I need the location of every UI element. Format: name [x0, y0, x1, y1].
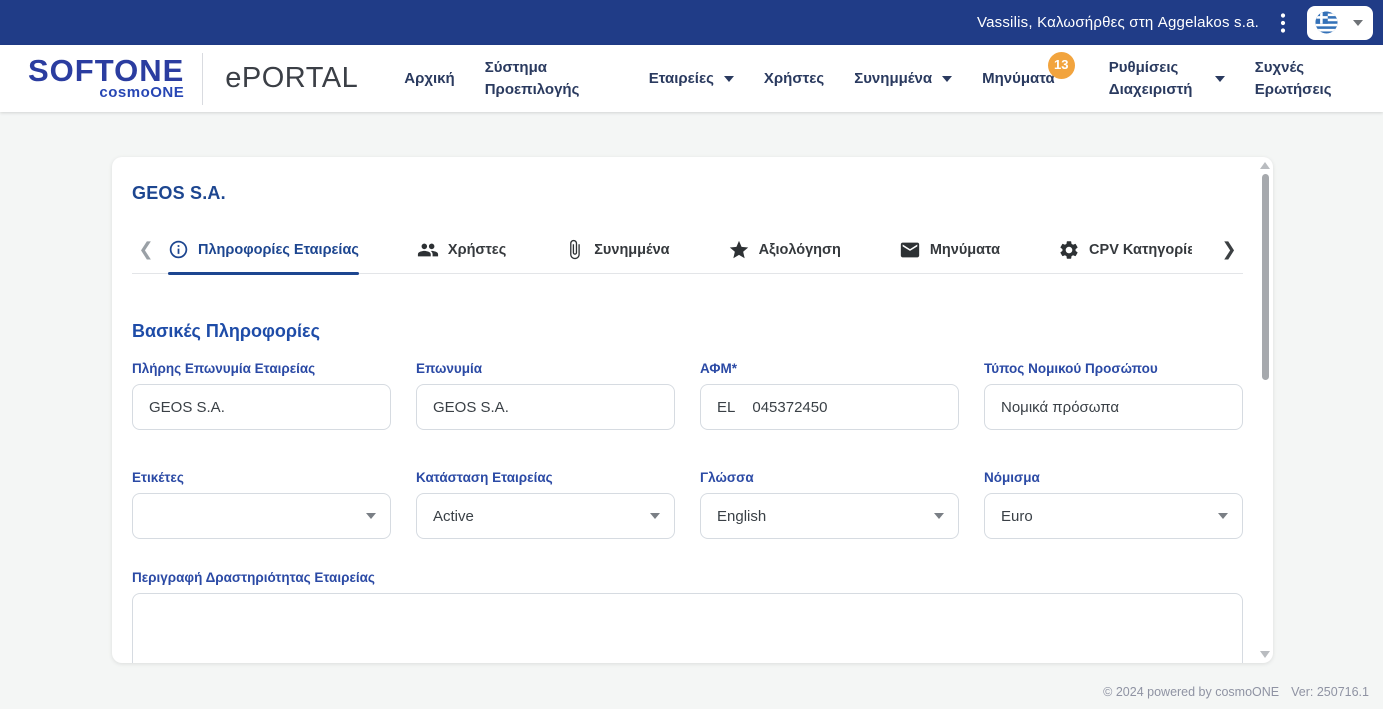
- tab-evaluation[interactable]: Αξιολόγηση: [728, 226, 841, 274]
- activity-description-label: Περιγραφή Δραστηριότητας Εταιρείας: [132, 570, 375, 585]
- chevron-down-icon: [1218, 513, 1228, 519]
- scrollbar-down-icon[interactable]: [1260, 651, 1270, 658]
- topbar: Vassilis, Καλωσήρθες στη Aggelakos s.a.: [0, 0, 1383, 45]
- paperclip-icon: [570, 239, 580, 260]
- brand-cosmoone: cosmoONE: [99, 84, 185, 101]
- mail-icon: [900, 242, 919, 257]
- main-content: GEOS S.A. ❮ Πληροφορίες Εταιρείας Χρήστε…: [0, 112, 1383, 709]
- kebab-menu-icon[interactable]: [1273, 11, 1293, 35]
- tab-scroll-left-icon[interactable]: ❮: [132, 239, 160, 260]
- vertical-scrollbar[interactable]: [1259, 162, 1271, 658]
- chevron-down-icon: [1353, 19, 1363, 26]
- legal-entity-type-input[interactable]: Νομικά πρόσωπα: [984, 384, 1243, 430]
- field-tags: Ετικέτες: [132, 470, 391, 539]
- field-legal-entity-type: Τύπος Νομικού Προσώπου Νομικά πρόσωπα: [984, 361, 1243, 430]
- field-company-name: Επωνυμία GEOS S.A.: [416, 361, 675, 430]
- scrollbar-up-icon[interactable]: [1260, 162, 1270, 169]
- full-company-name-input[interactable]: GEOS S.A.: [132, 384, 391, 430]
- product-name: ePORTAL: [225, 62, 359, 94]
- gear-icon: [1060, 240, 1078, 259]
- currency-select[interactable]: Euro: [984, 493, 1243, 539]
- vat-country-prefix: EL: [717, 398, 736, 416]
- nav-item-faq[interactable]: Συχνές Ερωτήσεις: [1255, 57, 1335, 101]
- field-full-company-name: Πλήρης Επωνυμία Εταιρείας GEOS S.A.: [132, 361, 391, 430]
- app-logo[interactable]: SOFTONE cosmoONE ePORTAL: [28, 52, 359, 105]
- tab-bar: ❮ Πληροφορίες Εταιρείας Χρήστες Συνημμέν…: [132, 226, 1243, 275]
- brand-softone: SOFTONE: [28, 53, 185, 88]
- page-title: GEOS S.A.: [132, 183, 226, 203]
- chevron-down-icon: [1214, 75, 1225, 82]
- chevron-down-icon: [942, 75, 953, 82]
- company-card: GEOS S.A. ❮ Πληροφορίες Εταιρείας Χρήστε…: [112, 157, 1273, 663]
- page-footer: © 2024 powered by cosmoONE Ver: 250716.1: [1103, 685, 1369, 699]
- section-title: Βασικές Πληροφορίες: [132, 321, 320, 341]
- tab-cpv-categories[interactable]: CPV Κατηγορίες: [1058, 226, 1192, 274]
- scrollbar-track[interactable]: [1261, 172, 1269, 648]
- form-row-1: Πλήρης Επωνυμία Εταιρείας GEOS S.A. Επων…: [132, 361, 1243, 430]
- copyright-text: © 2024 powered by cosmoONE: [1103, 685, 1280, 699]
- messages-count-badge: 13: [1047, 51, 1075, 79]
- form-row-2: Ετικέτες Κατάσταση Εταιρείας Active Γλώσ…: [132, 470, 1243, 539]
- greek-flag-icon: [1315, 11, 1338, 34]
- tab-users[interactable]: Χρήστες: [417, 226, 506, 274]
- field-language: Γλώσσα English: [700, 470, 959, 539]
- chevron-down-icon: [366, 513, 376, 519]
- company-name-input[interactable]: GEOS S.A.: [416, 384, 675, 430]
- field-vat-number: ΑΦΜ* EL 045372450: [700, 361, 959, 430]
- tags-select[interactable]: [132, 493, 391, 539]
- tab-scroll-right-icon[interactable]: ❯: [1215, 239, 1243, 260]
- chevron-down-icon: [723, 75, 734, 82]
- language-selector[interactable]: [1307, 5, 1373, 40]
- star-icon: [729, 240, 748, 258]
- tab-company-info[interactable]: Πληροφορίες Εταιρείας: [168, 226, 359, 275]
- language-select[interactable]: English: [700, 493, 959, 539]
- chevron-down-icon: [934, 513, 944, 519]
- logo-divider: [202, 52, 204, 105]
- app-header: SOFTONE cosmoONE ePORTAL Αρχική Σύστημα …: [0, 45, 1383, 112]
- vat-number-input[interactable]: EL 045372450: [700, 384, 959, 430]
- info-icon: [169, 240, 188, 259]
- version-text: Ver: 250716.1: [1291, 685, 1369, 699]
- main-nav: Αρχική Σύστημα Προεπιλογής Εταιρείες Χρή…: [404, 51, 1335, 101]
- nav-item-messages[interactable]: Μηνύματα 13: [982, 51, 1075, 90]
- tab-attachments[interactable]: Συνημμένα: [564, 226, 670, 274]
- welcome-message: Vassilis, Καλωσήρθες στη Aggelakos s.a.: [977, 14, 1259, 31]
- nav-item-companies[interactable]: Εταιρείες: [649, 68, 734, 90]
- scrollbar-thumb[interactable]: [1261, 174, 1269, 380]
- tab-messages[interactable]: Μηνύματα: [899, 226, 1000, 274]
- nav-item-home[interactable]: Αρχική: [404, 68, 454, 90]
- nav-item-admin-settings[interactable]: Ρυθμίσεις Διαχειριστή: [1109, 57, 1225, 101]
- nav-item-users[interactable]: Χρήστες: [764, 68, 824, 90]
- people-icon: [417, 243, 439, 256]
- activity-description-textarea[interactable]: [132, 593, 1243, 663]
- chevron-down-icon: [650, 513, 660, 519]
- form-row-3: Περιγραφή Δραστηριότητας Εταιρείας: [132, 570, 1253, 663]
- nav-item-attachments[interactable]: Συνημμένα: [854, 68, 953, 90]
- nav-item-default-system[interactable]: Σύστημα Προεπιλογής: [485, 57, 580, 101]
- field-currency: Νόμισμα Euro: [984, 470, 1243, 539]
- field-company-status: Κατάσταση Εταιρείας Active: [416, 470, 675, 539]
- company-status-select[interactable]: Active: [416, 493, 675, 539]
